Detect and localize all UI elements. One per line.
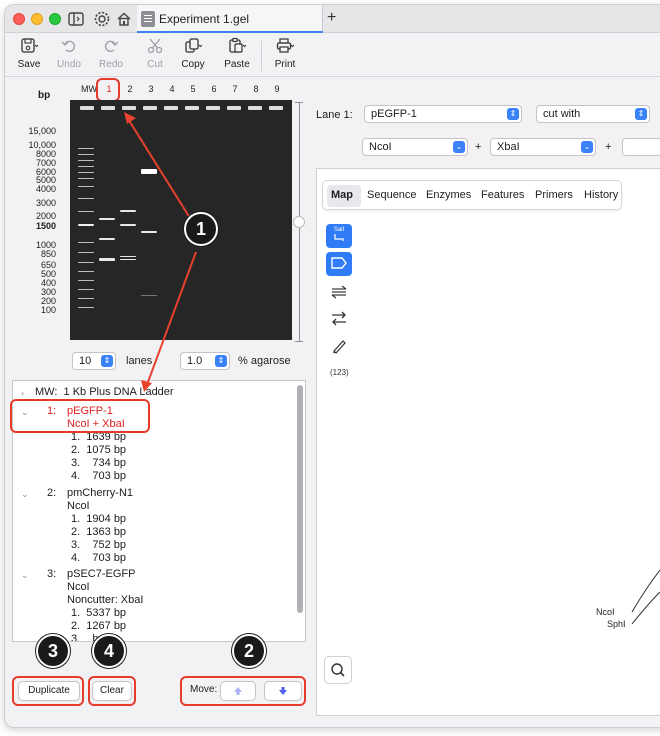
map-site-sphi[interactable]: SphI — [607, 619, 626, 629]
map-lines — [631, 569, 660, 625]
map-site-ncoi[interactable]: NcoI — [596, 607, 615, 617]
search-icon — [331, 663, 345, 677]
map-search-button[interactable] — [324, 656, 352, 684]
